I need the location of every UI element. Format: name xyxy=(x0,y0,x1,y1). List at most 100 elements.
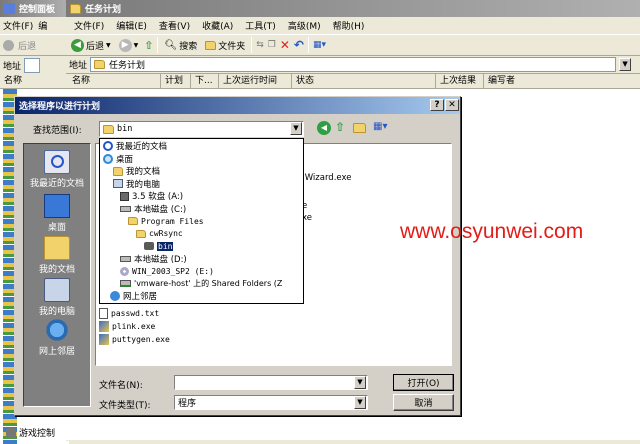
menu-favorites[interactable]: 收藏(A) xyxy=(196,19,239,32)
folders-icon xyxy=(205,40,217,50)
dropdown-item[interactable]: Program Files xyxy=(100,215,303,228)
file-item-passwd[interactable]: passwd.txt xyxy=(99,308,159,319)
forward-button[interactable]: ▶ ▼ xyxy=(117,38,141,53)
menu-file[interactable]: 文件(F) xyxy=(0,19,36,32)
column-next-run[interactable]: 下... xyxy=(191,74,219,89)
column-status[interactable]: 状态 xyxy=(292,74,436,89)
dropdown-item-selected[interactable]: bin xyxy=(100,240,303,253)
menu-edit[interactable]: 编 xyxy=(36,19,49,32)
open-button-label: 打开(O) xyxy=(407,379,440,389)
dropdown-item-label: Program Files xyxy=(141,216,204,226)
lookin-combo[interactable]: bin xyxy=(99,121,304,137)
menu-view[interactable]: 查看(V) xyxy=(153,19,196,32)
filetype-dropdown-button[interactable]: ▼ xyxy=(354,396,366,409)
control-panel-titlebar[interactable]: 控制面板 xyxy=(0,0,69,17)
dropdown-item[interactable]: 网上邻居 xyxy=(100,290,303,303)
place-desktop[interactable]: 桌面 xyxy=(24,194,90,233)
view-menu-icon[interactable]: ▦▾ xyxy=(373,121,387,132)
undo-icon[interactable]: ↶ xyxy=(294,38,304,52)
chevron-down-icon: ▼ xyxy=(133,41,139,49)
dropdown-item[interactable]: 我的电脑 xyxy=(100,178,303,191)
column-last-result[interactable]: 上次结果 xyxy=(436,74,484,89)
control-panel-bottom-item[interactable]: 游戏控制 xyxy=(6,426,55,439)
delete-icon[interactable]: ✕ xyxy=(280,38,290,52)
my-computer-icon xyxy=(113,179,123,189)
move-to-icon[interactable]: ⇆ xyxy=(256,40,264,50)
up-folder-icon[interactable]: ⇧ xyxy=(144,39,153,52)
cdrom-icon xyxy=(120,266,129,276)
menu-help[interactable]: 帮助(H) xyxy=(327,19,371,32)
dropdown-item-label: 我的文档 xyxy=(126,167,161,178)
dialog-titlebar[interactable]: 选择程序以进行计划 xyxy=(15,97,460,114)
new-folder-icon[interactable] xyxy=(353,123,366,133)
game-controller-icon xyxy=(6,428,16,437)
back-button[interactable]: ◀ 后退 ▼ xyxy=(69,38,113,53)
place-my-computer[interactable]: 我的电脑 xyxy=(24,278,90,317)
lookin-dropdown-button[interactable]: ▼ xyxy=(290,122,302,135)
dropdown-item-label: 3.5 软盘 (A:) xyxy=(132,192,184,203)
address-field[interactable] xyxy=(24,57,41,73)
dropdown-item[interactable]: WIN_2003_SP2 (E:) xyxy=(100,265,303,278)
dropdown-item[interactable]: 我最近的文档 xyxy=(100,140,303,153)
views-icon[interactable]: ▦▾ xyxy=(313,40,326,50)
back-arrow-icon[interactable] xyxy=(3,39,14,51)
menu-file[interactable]: 文件(F) xyxy=(68,19,110,32)
filename-field[interactable] xyxy=(174,375,368,390)
copy-to-icon[interactable]: ❐ xyxy=(268,40,276,50)
scheduled-tasks-menubar: 文件(F) 编辑(E) 查看(V) 收藏(A) 工具(T) 高级(M) 帮助(H… xyxy=(66,17,640,34)
address-label: 地址 xyxy=(69,61,88,71)
filetype-value: 程序 xyxy=(178,399,197,409)
place-network[interactable]: 网上邻居 xyxy=(24,318,90,357)
name-column-header[interactable]: 名称 xyxy=(0,74,69,89)
help-button[interactable]: ? xyxy=(430,99,444,111)
up-folder-icon[interactable]: ⇧ xyxy=(335,120,345,134)
menu-edit[interactable]: 编辑(E) xyxy=(110,19,153,32)
back-button-label: 后退 xyxy=(86,41,105,52)
chevron-down-icon: ▼ xyxy=(106,41,111,49)
cancel-button[interactable]: 取消 xyxy=(393,394,454,411)
floppy-icon xyxy=(120,191,129,201)
column-name[interactable]: 名称 xyxy=(66,74,161,89)
dropdown-item[interactable]: 桌面 xyxy=(100,153,303,166)
tasks-column-header: 名称 计划 下... 上次运行时间 状态 上次结果 编写者 xyxy=(66,74,640,89)
partial-file-1[interactable]: .Wizard.exe xyxy=(302,173,351,183)
place-recent[interactable]: 我最近的文档 xyxy=(24,150,90,189)
menu-tools[interactable]: 工具(T) xyxy=(239,19,282,32)
dropdown-item[interactable]: cwRsync xyxy=(100,228,303,241)
file-item-plink[interactable]: plink.exe xyxy=(99,321,155,332)
scheduled-tasks-titlebar[interactable]: 任务计划 xyxy=(66,0,640,17)
network-drive-icon xyxy=(120,280,131,288)
scheduled-tasks-title: 任务计划 xyxy=(85,5,122,15)
back-arrow-icon: ◀ xyxy=(71,38,84,52)
watermark-text: www.osyunwei.com xyxy=(400,220,584,243)
dropdown-item[interactable]: 我的文档 xyxy=(100,165,303,178)
address-field[interactable]: 任务计划 xyxy=(90,57,617,72)
search-button[interactable]: 🔍︎ 搜索 xyxy=(162,38,199,53)
filename-dropdown-button[interactable]: ▼ xyxy=(354,376,366,389)
folders-button[interactable]: 文件夹 xyxy=(203,38,247,53)
menu-advanced[interactable]: 高级(M) xyxy=(282,19,327,32)
control-panel-toolbar: 后退 xyxy=(0,34,69,56)
address-dropdown-button[interactable]: ▼ xyxy=(619,58,632,71)
back-icon[interactable]: ◀ xyxy=(317,121,331,135)
dropdown-item-label: 桌面 xyxy=(116,154,134,165)
dropdown-item[interactable]: 'vmware-host' 上的 Shared Folders (Z xyxy=(100,278,303,291)
column-schedule[interactable]: 计划 xyxy=(161,74,191,89)
open-button[interactable]: 打开(O) xyxy=(393,374,454,391)
dropdown-item[interactable]: 本地磁盘 (D:) xyxy=(100,253,303,266)
place-my-documents[interactable]: 我的文档 xyxy=(24,236,90,275)
filetype-combo[interactable]: 程序 xyxy=(174,395,368,410)
close-button[interactable]: ✕ xyxy=(445,99,459,111)
folders-button-label: 文件夹 xyxy=(218,41,246,52)
column-creator[interactable]: 编写者 xyxy=(484,74,640,89)
dropdown-item[interactable]: 本地磁盘 (C:) xyxy=(100,203,303,216)
file-item-puttygen[interactable]: puttygen.exe xyxy=(99,334,170,345)
desktop-icon xyxy=(103,153,113,164)
text-file-icon xyxy=(99,308,108,319)
exe-icon xyxy=(99,321,109,332)
column-last-run[interactable]: 上次运行时间 xyxy=(219,74,292,89)
back-label[interactable]: 后退 xyxy=(18,39,36,52)
dropdown-item[interactable]: 3.5 软盘 (A:) xyxy=(100,190,303,203)
recent-docs-icon xyxy=(44,150,70,174)
drive-icon xyxy=(120,255,131,262)
